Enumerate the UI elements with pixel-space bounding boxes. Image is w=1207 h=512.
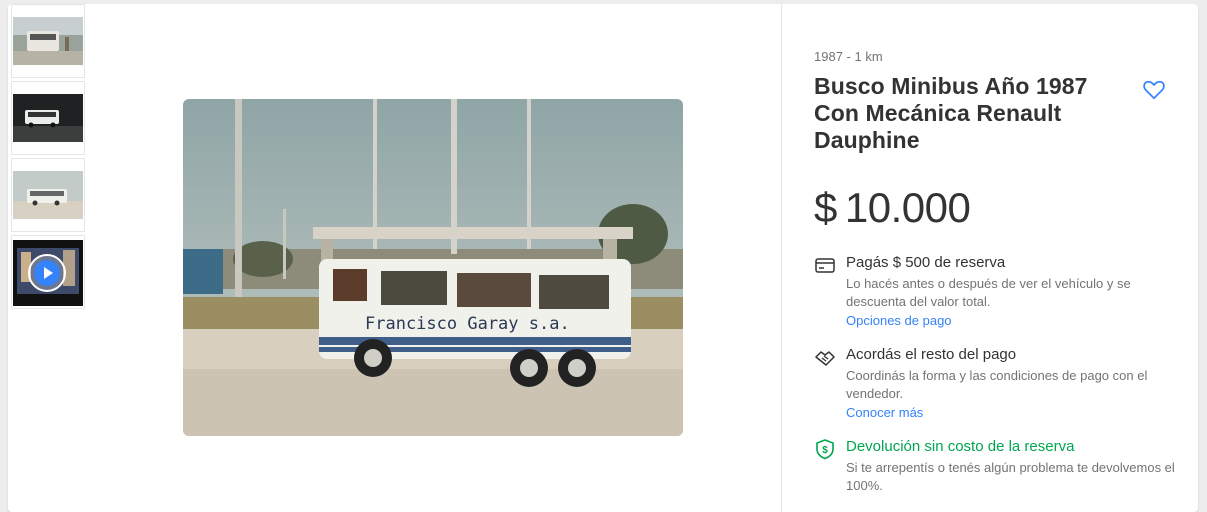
card-icon bbox=[814, 254, 836, 276]
learn-more-link[interactable]: Conocer más bbox=[846, 405, 923, 420]
payment-desc: Coordinás la forma y las condiciones de … bbox=[846, 368, 1148, 401]
svg-text:$: $ bbox=[822, 445, 828, 456]
reservation-title: Pagás $ 500 de reserva bbox=[846, 254, 1006, 271]
price-currency: $ bbox=[814, 184, 837, 231]
reservation-desc: Lo hacés antes o después de ver el vehíc… bbox=[846, 276, 1131, 309]
price-amount: 10.000 bbox=[844, 184, 971, 231]
thumbnail-2-image bbox=[13, 94, 83, 142]
payment-options-link[interactable]: Opciones de pago bbox=[846, 313, 952, 328]
thumbnail-2[interactable] bbox=[11, 81, 85, 155]
thumbnail-1-image bbox=[13, 17, 83, 65]
thumbnail-3-image bbox=[13, 171, 83, 219]
thumbnail-video[interactable] bbox=[11, 235, 85, 309]
heart-icon[interactable] bbox=[1141, 76, 1167, 102]
main-photo: Francisco Garay s.a. bbox=[183, 99, 683, 436]
thumbnail-1[interactable] bbox=[11, 4, 85, 78]
refund-title: Devolución sin costo de la reserva bbox=[846, 438, 1075, 455]
thumbnail-3[interactable] bbox=[11, 158, 85, 232]
thumbnail-strip bbox=[11, 4, 85, 312]
payment-title: Acordás el resto del pago bbox=[846, 346, 1017, 363]
refund-desc: Si te arrepentís o tenés algún problema … bbox=[846, 460, 1175, 493]
price: $10.000 bbox=[814, 184, 971, 232]
divider bbox=[781, 4, 782, 512]
listing-card: Francisco Garay s.a. 1987 - 1 km Busco M… bbox=[8, 4, 1198, 512]
handshake-icon bbox=[814, 346, 836, 368]
product-subtitle: 1987 - 1 km bbox=[814, 49, 883, 64]
bus-lettering: Francisco Garay s.a. bbox=[365, 314, 570, 334]
shield-dollar-icon: $ bbox=[814, 438, 836, 460]
product-title: Busco Minibus Año 1987 Con Mecánica Rena… bbox=[814, 73, 1088, 153]
play-icon[interactable] bbox=[28, 254, 66, 292]
